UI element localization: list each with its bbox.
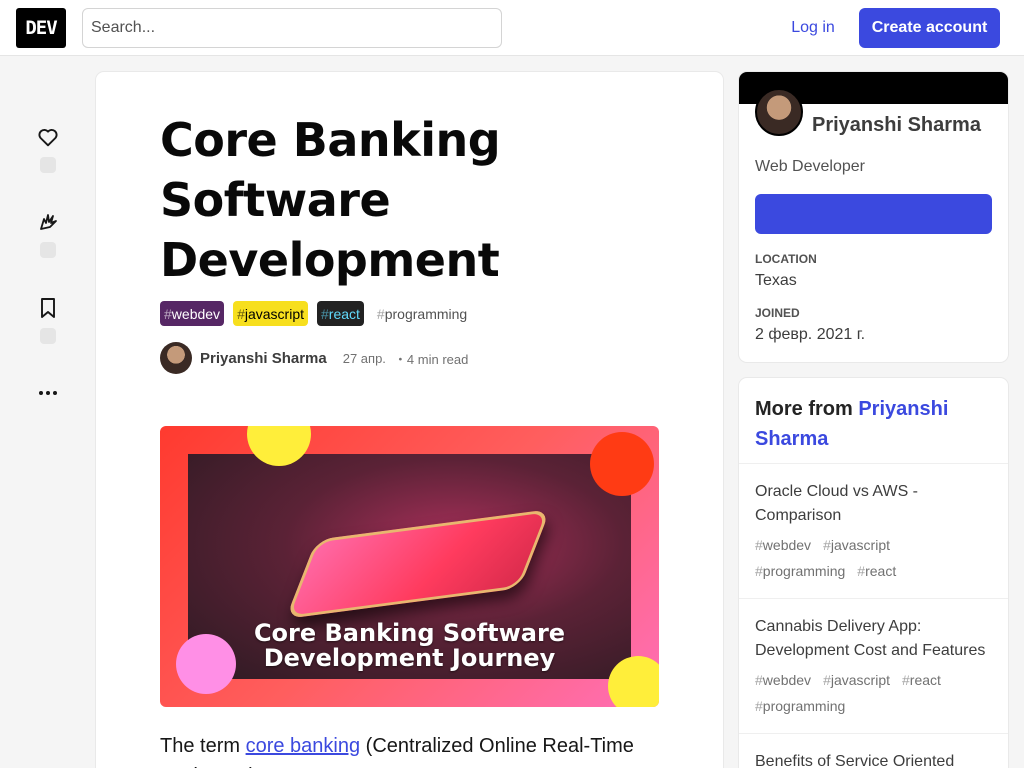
login-button[interactable]: Log in <box>776 8 850 48</box>
location-value: Texas <box>755 272 797 289</box>
profile-name[interactable]: Priyanshi Sharma <box>812 114 981 137</box>
tag-react[interactable]: #react <box>317 301 364 326</box>
decor-dot <box>590 432 654 496</box>
tag-javascript[interactable]: #javascript <box>823 534 890 556</box>
tag-webdev[interactable]: #webdev <box>755 669 811 691</box>
heart-icon <box>36 125 60 149</box>
tag-webdev[interactable]: #webdev <box>755 534 811 556</box>
more-item-tags: #webdev #javascript #programming #react <box>755 534 992 582</box>
dev-logo[interactable]: DEV <box>16 8 66 48</box>
profile-avatar[interactable] <box>755 88 803 136</box>
tag-webdev[interactable]: #webdev <box>160 301 225 326</box>
more-from-card: More from Priyanshi Sharma Oracle Cloud … <box>739 378 1008 768</box>
bookmark-icon <box>36 296 60 320</box>
more-item-title[interactable]: Benefits of Service Oriented <box>755 750 992 768</box>
list-item[interactable]: Cannabis Delivery App: Development Cost … <box>739 599 1008 734</box>
reaction-count-placeholder <box>40 242 56 258</box>
read-time: ・4 min read <box>393 351 469 367</box>
tag-programming[interactable]: #programming <box>373 301 471 326</box>
article-tags: # webdev # javascript # react # programming <box>160 301 471 326</box>
article-body: The term core banking (Centralized Onlin… <box>160 735 634 768</box>
core-banking-link[interactable]: core banking <box>246 735 361 757</box>
reaction-unicorn[interactable] <box>27 210 69 258</box>
more-horizontal-icon <box>36 381 60 405</box>
location-label: LOCATION <box>755 252 817 266</box>
tag-programming[interactable]: #programming <box>755 560 845 582</box>
article-byline: Priyanshi Sharma 27 апр. ・4 min read <box>160 342 468 374</box>
reaction-count-placeholder <box>40 157 56 173</box>
author-profile-card: Priyanshi Sharma Web Developer LOCATION … <box>739 72 1008 362</box>
joined-label: JOINED <box>755 306 800 320</box>
tag-react[interactable]: #react <box>857 560 896 582</box>
unicorn-icon <box>36 210 60 234</box>
cover-image: Core Banking Software Development Journe… <box>160 426 659 707</box>
tag-react[interactable]: #react <box>902 669 941 691</box>
cover-title-line1: Core Banking Software <box>253 619 566 647</box>
reaction-bookmark[interactable] <box>27 296 69 344</box>
top-header: DEV Log in Create account <box>0 0 1024 56</box>
joined-value: 2 февр. 2021 г. <box>755 326 866 343</box>
more-item-title[interactable]: Cannabis Delivery App: Development Cost … <box>755 615 992 663</box>
more-item-tags: #webdev #javascript #react #programming <box>755 669 992 717</box>
tag-javascript[interactable]: #javascript <box>823 669 890 691</box>
cover-title-line2: Development Journey <box>263 644 556 672</box>
more-item-title[interactable]: Oracle Cloud vs AWS - Comparison <box>755 480 992 528</box>
publish-date: 27 апр. <box>342 350 386 366</box>
create-account-button[interactable]: Create account <box>859 8 1000 48</box>
phone-illustration <box>285 509 551 619</box>
list-item[interactable]: Benefits of Service Oriented <box>739 734 1008 768</box>
reaction-count-placeholder <box>40 328 56 344</box>
article-card: Core Banking Software Development # webde… <box>96 72 723 768</box>
author-avatar[interactable] <box>160 342 192 374</box>
list-item[interactable]: Oracle Cloud vs AWS - Comparison #webdev… <box>739 464 1008 599</box>
article-title: Core Banking Software Development <box>160 113 501 287</box>
tag-programming[interactable]: #programming <box>755 695 845 717</box>
tag-javascript[interactable]: #javascript <box>233 301 308 326</box>
more-options[interactable] <box>27 381 69 405</box>
profile-role: Web Developer <box>755 158 865 175</box>
more-from-heading: More from Priyanshi Sharma <box>739 378 1008 464</box>
reaction-heart[interactable] <box>27 125 69 173</box>
search-input[interactable] <box>82 8 502 48</box>
follow-button[interactable] <box>755 194 992 234</box>
author-name[interactable]: Priyanshi Sharma <box>200 350 327 367</box>
